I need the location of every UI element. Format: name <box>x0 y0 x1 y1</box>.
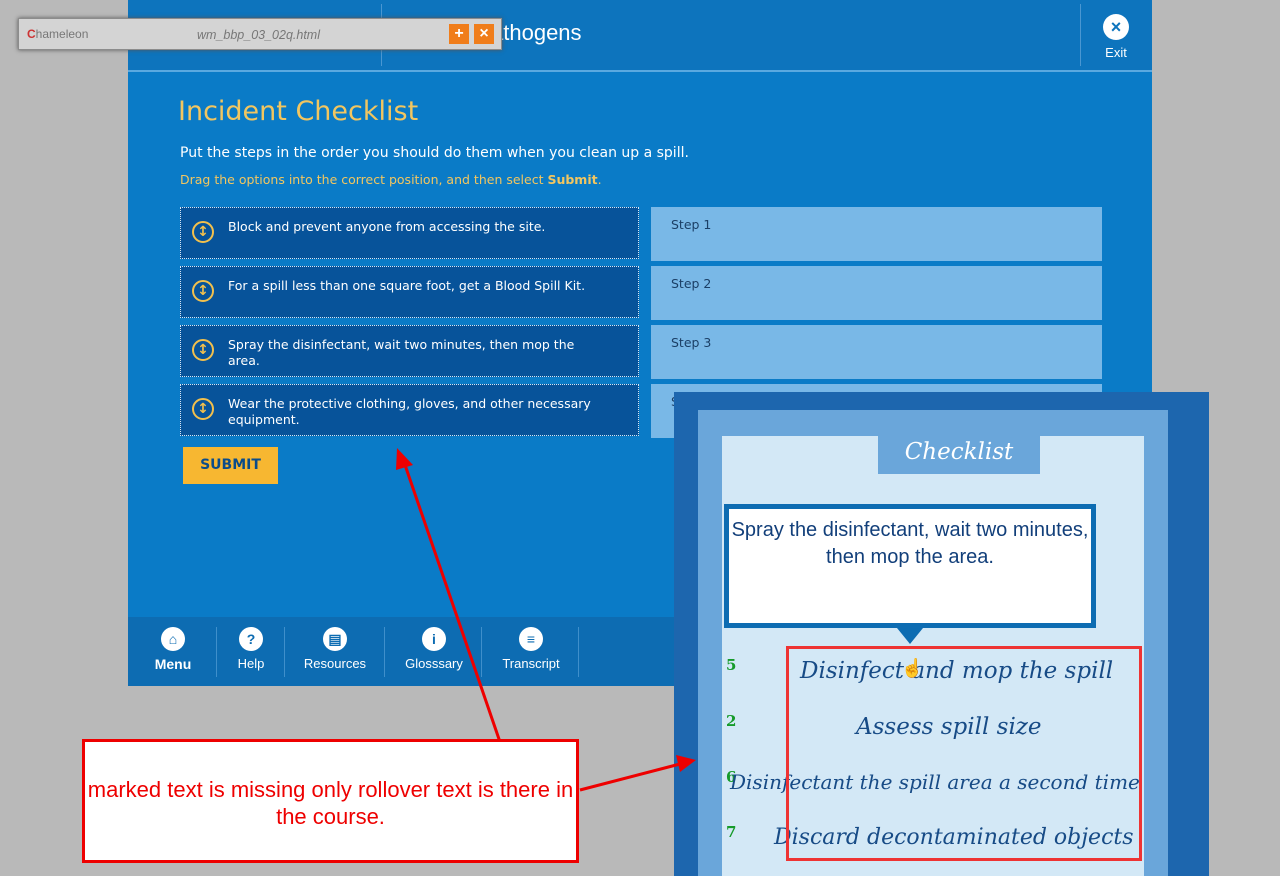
arrow-head <box>676 755 696 772</box>
arrow-line <box>402 461 502 743</box>
arrow-head <box>396 448 413 470</box>
arrow-line <box>579 762 681 792</box>
annotation-note: marked text is missing only rollover tex… <box>82 739 579 863</box>
